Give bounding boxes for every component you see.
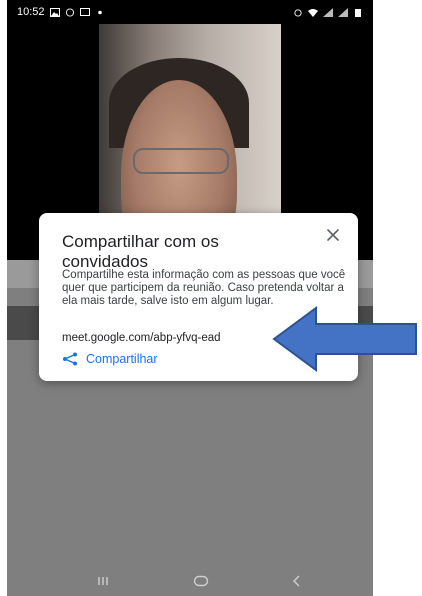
- whatsapp-icon: [65, 7, 74, 17]
- dialog-description: Compartilhe esta informação com as pesso…: [62, 269, 346, 307]
- share-label: Compartilhar: [86, 352, 158, 366]
- gallery-icon: [49, 7, 60, 17]
- share-button[interactable]: Compartilhar: [62, 352, 158, 366]
- status-bar: 10:52: [7, 0, 373, 24]
- share-icon: [63, 352, 77, 366]
- wifi-icon: [308, 8, 318, 17]
- status-time: 10:52: [17, 6, 45, 18]
- meeting-link[interactable]: meet.google.com/abp-yfvq-ead: [62, 332, 221, 344]
- close-icon: [327, 229, 339, 241]
- home-button[interactable]: [191, 572, 211, 590]
- phone-screen: 10:52 Compartilhar com os convidados Com…: [7, 0, 373, 596]
- cast-icon: [79, 7, 90, 16]
- dialog-title: Compartilhar com os convidados: [62, 232, 219, 271]
- navigation-bar: [7, 566, 373, 596]
- recents-icon: [98, 577, 108, 585]
- battery-icon: [355, 8, 361, 17]
- back-button[interactable]: [287, 572, 307, 590]
- close-button[interactable]: [322, 224, 344, 246]
- back-icon: [293, 575, 300, 587]
- signal-icon: [323, 7, 333, 17]
- notification-dot-icon: [97, 10, 102, 14]
- signal-icon-2: [338, 7, 348, 17]
- home-icon: [193, 575, 209, 587]
- recents-button[interactable]: [93, 572, 113, 590]
- alarm-icon: [294, 8, 302, 17]
- annotation-arrow-icon: [272, 306, 417, 372]
